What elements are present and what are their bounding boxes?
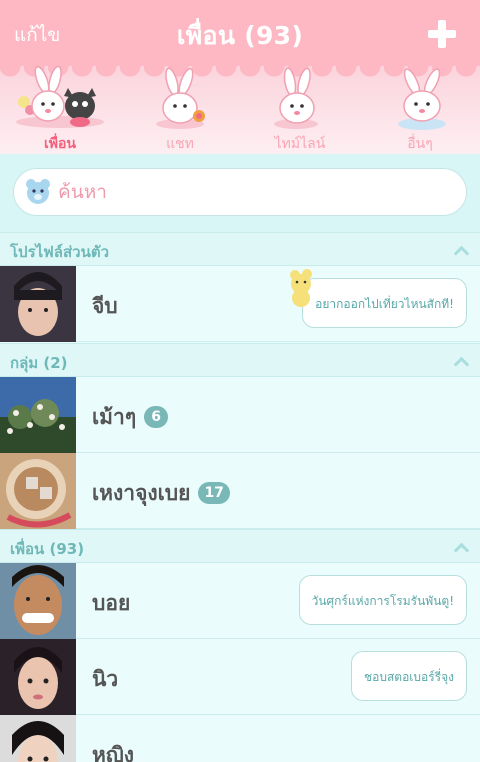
tab-timeline-label: ไทม์ไลน์ — [274, 136, 326, 152]
bear-search-icon — [26, 179, 50, 204]
friend-name: นิว — [92, 667, 119, 691]
bear-mascot-icon — [290, 269, 312, 307]
top-bar: แก้ไข เพื่อน (93) — [0, 0, 480, 66]
friend-name: บอย — [92, 591, 131, 615]
page-title: เพื่อน (93) — [176, 21, 304, 50]
status-message: ชอบสตอเบอร์รี่จุง — [351, 651, 467, 701]
search-input[interactable] — [58, 177, 448, 207]
friend-row[interactable]: บอย วันศุกร์แห่งการโรมรันพันตู! — [0, 563, 480, 639]
section-profile: โปรไฟล์ส่วนตัว — [0, 232, 480, 266]
bunny-and-cat-icon — [16, 66, 104, 128]
section-friends-title: เพื่อน (93) — [10, 540, 85, 558]
status-message: วันศุกร์แห่งการโรมรันพันตู! — [298, 575, 467, 625]
friend-name: หญิง — [92, 743, 134, 762]
avatar — [0, 266, 76, 342]
profile-row[interactable]: จีบ อยากออกไปเที่ยวไหนสักที! — [0, 266, 480, 342]
bunny-timeline-icon — [274, 67, 318, 129]
collapse-chevron-icon[interactable] — [454, 244, 466, 256]
avatar — [0, 639, 76, 715]
group-name-text: เหงาจุงเบย — [92, 481, 191, 505]
section-groups: กลุ่ม (2) — [0, 343, 480, 377]
search-box[interactable] — [13, 168, 467, 216]
tab-chat[interactable]: แชท — [120, 66, 240, 154]
tab-chat-label: แชท — [166, 136, 194, 152]
bunny-chat-icon — [156, 67, 205, 129]
tab-more-label: อื่นๆ — [407, 136, 433, 152]
group-row[interactable]: เหงาจุงเบย 17 — [0, 453, 480, 529]
section-profile-title: โปรไฟล์ส่วนตัว — [10, 243, 109, 261]
avatar — [0, 715, 76, 762]
tab-friends[interactable]: เพื่อน — [0, 66, 120, 154]
avatar — [0, 453, 76, 529]
avatar — [0, 377, 76, 453]
tab-bar: เพื่อน แชท ไทม์ไลน์ อื่นๆ — [0, 66, 480, 154]
collapse-chevron-icon[interactable] — [454, 355, 466, 367]
section-groups-title: กลุ่ม (2) — [10, 354, 68, 372]
section-friends: เพื่อน (93) — [0, 529, 480, 563]
search-area — [0, 154, 480, 232]
group-name: เม้าๆ 6 — [92, 401, 169, 434]
tab-friends-label: เพื่อน — [44, 136, 76, 152]
status-message: อยากออกไปเที่ยวไหนสักที! — [302, 278, 467, 328]
avatar — [0, 563, 76, 639]
member-count-badge: 17 — [198, 482, 230, 504]
group-name: เหงาจุงเบย 17 — [92, 477, 230, 510]
friend-row[interactable]: นิว ชอบสตอเบอร์รี่จุง — [0, 639, 480, 715]
friend-row[interactable]: หญิง — [0, 715, 480, 762]
tab-timeline[interactable]: ไทม์ไลน์ — [240, 66, 360, 154]
group-row[interactable]: เม้าๆ 6 — [0, 377, 480, 453]
bunny-more-icon — [398, 68, 446, 130]
group-name-text: เม้าๆ — [92, 405, 137, 429]
collapse-chevron-icon[interactable] — [454, 541, 466, 553]
tab-more[interactable]: อื่นๆ — [360, 66, 480, 154]
member-count-badge: 6 — [144, 406, 169, 428]
profile-name: จีบ — [92, 294, 118, 318]
add-friend-icon[interactable] — [428, 20, 456, 48]
